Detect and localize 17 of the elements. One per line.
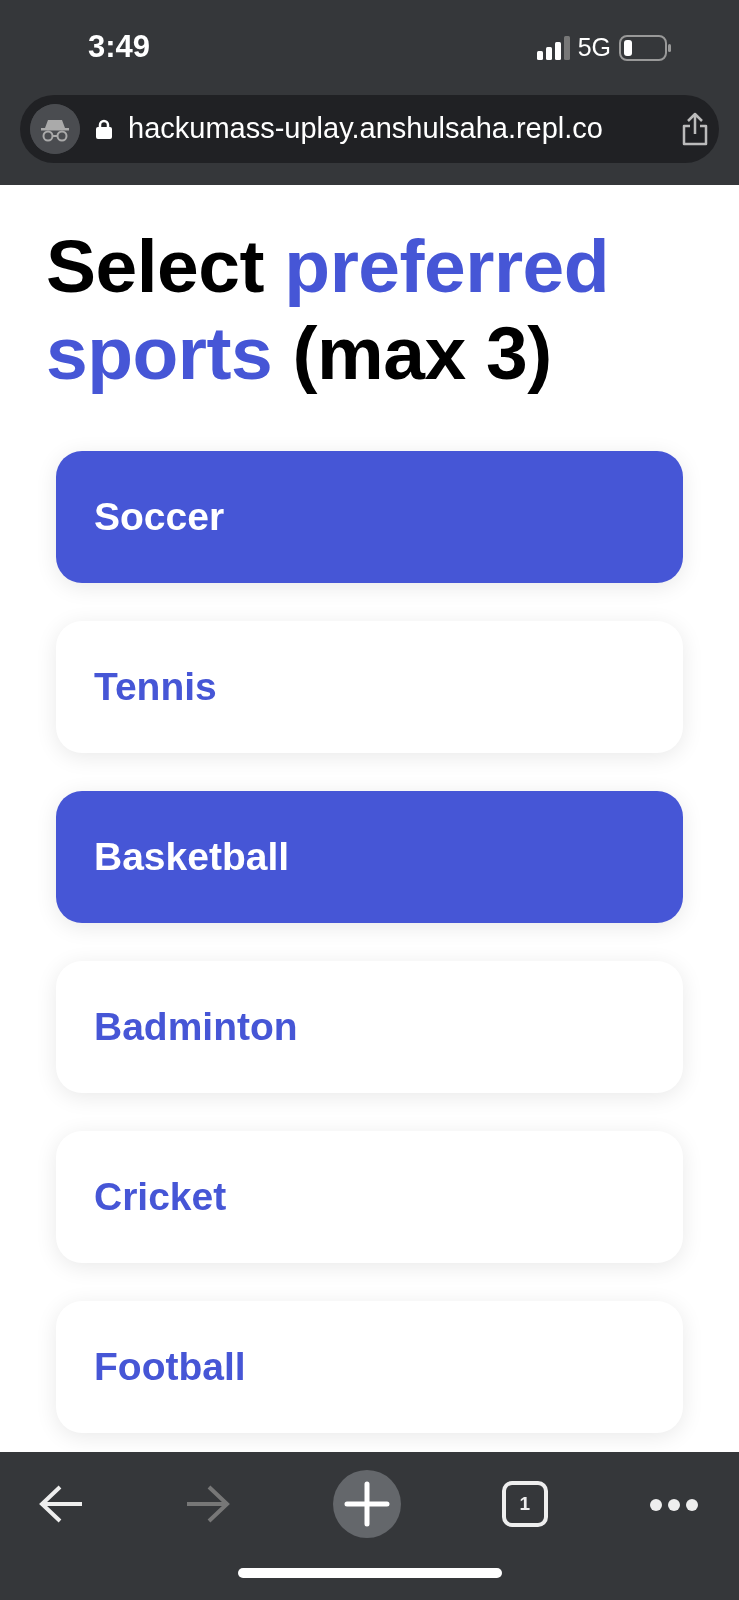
battery-icon	[619, 34, 671, 61]
network-label: 5G	[577, 31, 611, 63]
sport-option[interactable]: Tennis	[56, 621, 683, 753]
clock-time: 3:49	[88, 28, 151, 67]
page-heading: Select preferred sports (max 3)	[46, 223, 611, 397]
sport-option[interactable]: Football	[56, 1301, 683, 1433]
tab-count-button[interactable]: 1	[501, 1481, 548, 1527]
share-icon[interactable]	[681, 112, 709, 146]
sport-option[interactable]: Basketball	[56, 791, 683, 923]
sport-option[interactable]: Cricket	[56, 1131, 683, 1263]
back-button[interactable]	[38, 1484, 84, 1524]
url-text: hackumass-uplay.anshulsaha.repl.co	[128, 111, 604, 147]
signal-icon	[536, 35, 570, 60]
sport-option[interactable]: Soccer	[56, 451, 683, 583]
sport-option[interactable]: Badminton	[56, 961, 683, 1093]
lock-icon	[96, 119, 112, 139]
address-bar[interactable]: hackumass-uplay.anshulsaha.repl.co	[20, 95, 719, 163]
